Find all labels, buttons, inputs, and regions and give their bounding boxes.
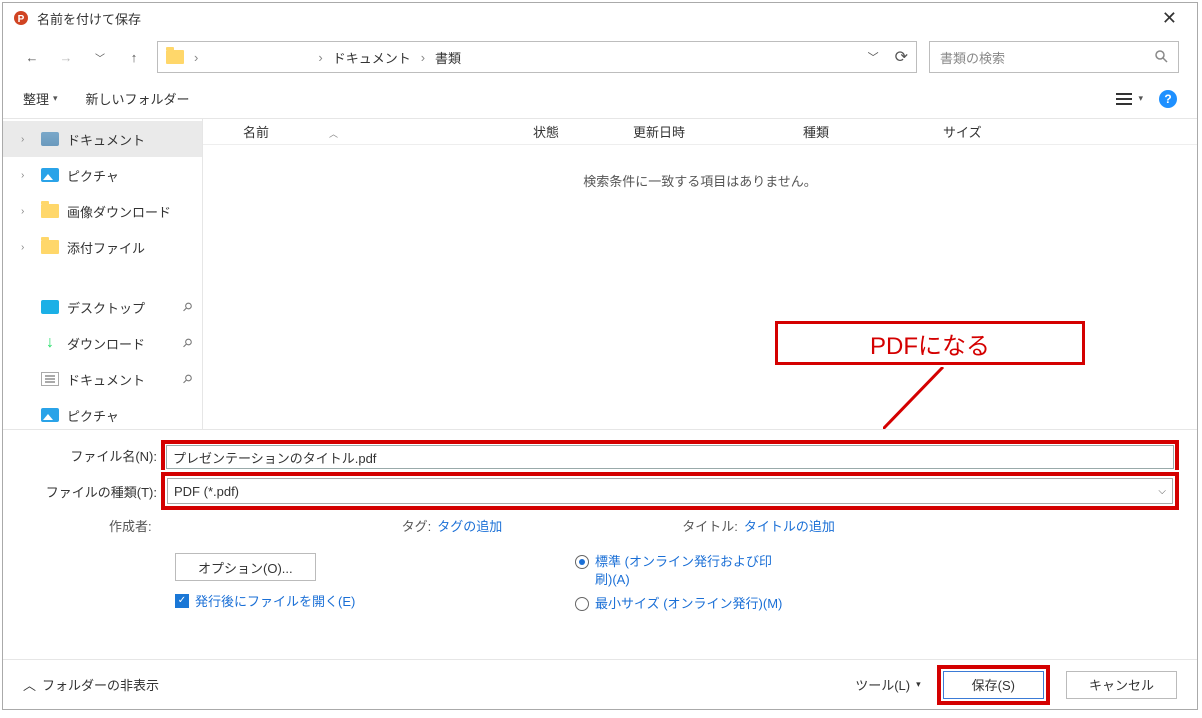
tag-value[interactable]: タグの追加	[437, 516, 502, 535]
folder-icon	[41, 204, 59, 218]
options-button[interactable]: オプション(O)...	[175, 553, 316, 581]
close-icon[interactable]: ✕	[1152, 5, 1187, 31]
pin-icon: ⚲	[180, 371, 196, 387]
search-icon	[1154, 49, 1168, 66]
document-icon	[41, 372, 59, 386]
radio-on-icon	[575, 555, 589, 569]
filename-input[interactable]: プレゼンテーションのタイトル.pdf	[166, 445, 1174, 469]
pictures-icon	[41, 408, 59, 422]
chevron-down-icon[interactable]: ﹀	[868, 49, 879, 65]
breadcrumb-item[interactable]: ドキュメント	[333, 48, 411, 67]
chevron-up-icon: ︿	[23, 675, 36, 694]
documents-icon	[41, 132, 59, 146]
filetype-combo[interactable]: PDF (*.pdf) ⌵	[167, 478, 1173, 504]
folder-tree: › ドキュメント › ピクチャ › 画像ダウンロード › 添付ファイル	[3, 119, 203, 429]
cancel-button[interactable]: キャンセル	[1066, 671, 1177, 699]
help-icon[interactable]: ?	[1159, 90, 1177, 108]
tree-item-desktop[interactable]: › デスクトップ ⚲	[3, 289, 202, 325]
checkbox-checked-icon: ✓	[175, 594, 189, 608]
tree-item-documents-quick[interactable]: › ドキュメント ⚲	[3, 361, 202, 397]
back-button[interactable]: ←	[21, 46, 43, 68]
powerpoint-icon: P	[13, 10, 29, 26]
save-button[interactable]: 保存(S)	[943, 671, 1044, 699]
radio-standard[interactable]: 標準 (オンライン発行および印刷)(A)	[575, 553, 785, 589]
author-label: 作成者:	[109, 516, 152, 535]
radio-off-icon	[575, 597, 589, 611]
chevron-right-icon[interactable]: ›	[21, 134, 33, 145]
desktop-icon	[41, 300, 59, 314]
tree-item-pictures-quick[interactable]: › ピクチャ	[3, 397, 202, 429]
up-button[interactable]: ↑	[123, 46, 145, 68]
column-kind[interactable]: 種類	[793, 122, 933, 141]
title-value[interactable]: タイトルの追加	[744, 516, 835, 535]
filename-label: ファイル名(N):	[25, 446, 165, 465]
tools-button[interactable]: ツール(L) ▾	[855, 675, 920, 694]
open-after-checkbox[interactable]: ✓ 発行後にファイルを開く(E)	[175, 591, 435, 610]
forward-button[interactable]: →	[55, 46, 77, 68]
annotation-leader-line	[883, 367, 963, 429]
column-size[interactable]: サイズ	[933, 122, 1013, 141]
folder-icon	[41, 240, 59, 254]
pin-icon: ⚲	[180, 335, 196, 351]
chevron-down-icon: ⌵	[1158, 486, 1166, 497]
search-placeholder: 書類の検索	[940, 48, 1005, 67]
column-name[interactable]: 名前︿	[203, 122, 523, 141]
hide-folders-button[interactable]: ︿ フォルダーの非表示	[23, 675, 159, 694]
tree-item-downloads[interactable]: › ↓ ダウンロード ⚲	[3, 325, 202, 361]
filetype-label: ファイルの種類(T):	[25, 482, 165, 501]
column-state[interactable]: 状態	[523, 122, 623, 141]
search-input[interactable]: 書類の検索	[929, 41, 1179, 73]
title-label: タイトル:	[682, 516, 738, 535]
recent-dropdown[interactable]: ﹀	[89, 46, 111, 68]
svg-text:P: P	[18, 14, 25, 25]
tag-label: タグ:	[402, 516, 432, 535]
breadcrumb-item[interactable]: 書類	[435, 48, 461, 67]
tree-item-pictures[interactable]: › ピクチャ	[3, 157, 202, 193]
tree-item-documents[interactable]: › ドキュメント	[3, 121, 202, 157]
refresh-icon[interactable]: ⟳	[895, 47, 908, 67]
address-bar[interactable]: › › ドキュメント › 書類 ﹀ ⟳	[157, 41, 917, 73]
organize-button[interactable]: 整理▾	[23, 89, 58, 108]
sort-indicator-icon: ︿	[329, 129, 338, 139]
tree-item-image-download[interactable]: › 画像ダウンロード	[3, 193, 202, 229]
folder-icon	[166, 50, 184, 64]
view-mode-button[interactable]: ▾	[1116, 92, 1143, 106]
window-title: 名前を付けて保存	[37, 9, 141, 28]
download-icon: ↓	[41, 336, 59, 350]
new-folder-button[interactable]: 新しいフォルダー	[86, 89, 190, 108]
pin-icon: ⚲	[180, 299, 196, 315]
column-date[interactable]: 更新日時	[623, 122, 793, 141]
tree-item-attachments[interactable]: › 添付ファイル	[3, 229, 202, 265]
annotation-highlight-save: 保存(S)	[937, 665, 1050, 705]
empty-message: 検索条件に一致する項目はありません。	[203, 171, 1197, 190]
pictures-icon	[41, 168, 59, 182]
radio-minimum[interactable]: 最小サイズ (オンライン発行)(M)	[575, 595, 785, 613]
column-headers: 名前︿ 状態 更新日時 種類 サイズ	[203, 119, 1197, 145]
annotation-callout: PDFになる	[775, 321, 1085, 365]
